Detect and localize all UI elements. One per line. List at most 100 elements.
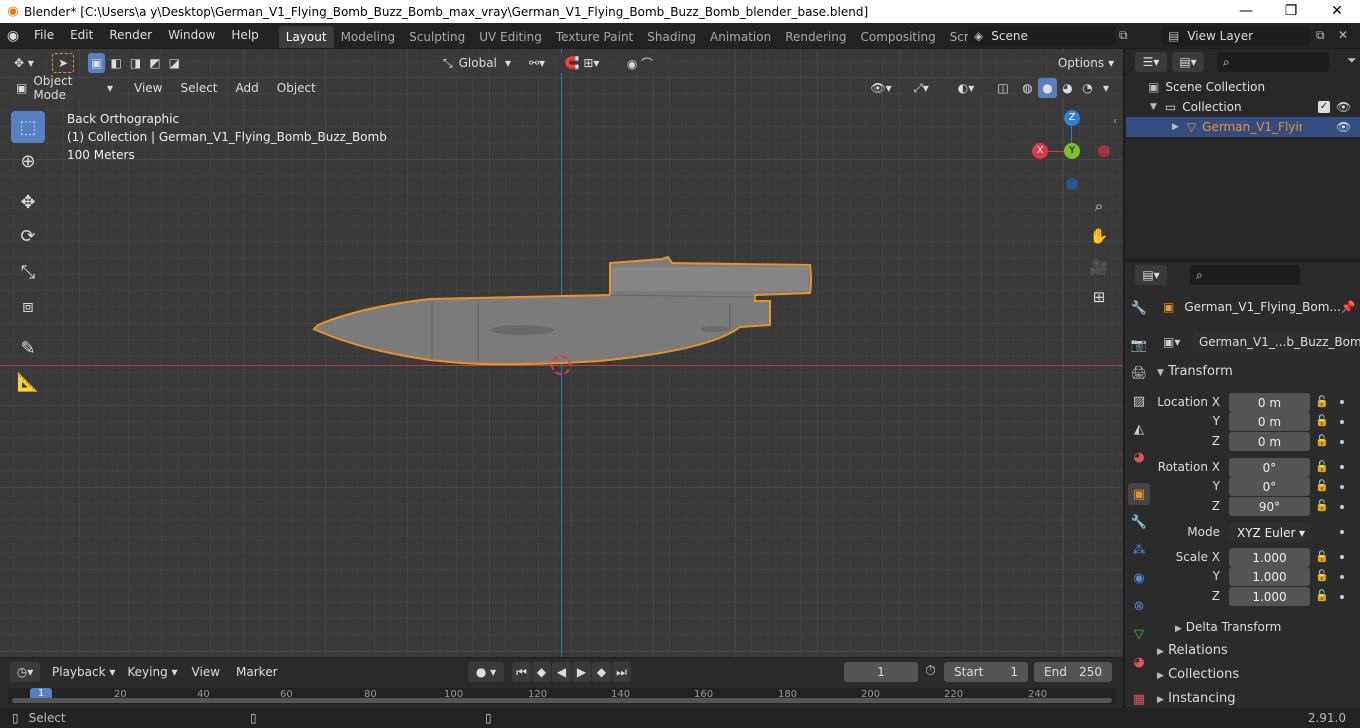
tool-move-icon[interactable]: ✥ [11, 186, 45, 218]
location-y-field[interactable]: 0 m [1229, 412, 1310, 431]
editor-type-button[interactable]: ✥ ▾ [8, 53, 40, 73]
visibility-eye-icon[interactable]: 👁 [1336, 120, 1351, 134]
relations-section-header[interactable]: ▶ Relations [1157, 643, 1352, 658]
lock-icon[interactable]: 🔓 [1315, 589, 1329, 602]
minimize-button[interactable]: — [1223, 0, 1269, 23]
keyframe-dot-icon[interactable] [1340, 595, 1344, 599]
timeline-menu-view[interactable]: View [184, 662, 228, 682]
wireframe-shading-icon[interactable]: ◍ [1018, 78, 1037, 98]
stopwatch-icon[interactable]: ⏱ [925, 663, 936, 679]
tab-shading[interactable]: Shading [640, 26, 703, 48]
view-layer-selector[interactable]: ▤ View Layer [1162, 26, 1310, 46]
xray-toggle-icon[interactable]: ◫ [993, 78, 1013, 98]
view-layer-tab-icon[interactable]: ▨ [1128, 390, 1150, 412]
frame-ruler[interactable]: 1 20 40 60 80 100 120 140 160 180 200 22… [8, 688, 1116, 704]
scale-z-field[interactable]: 1.000 [1229, 587, 1310, 606]
lock-icon[interactable]: 🔓 [1315, 460, 1329, 473]
gizmo-toggle-icon[interactable]: ⤢▾ [902, 78, 940, 98]
select-mode-icon[interactable]: ➤ [52, 53, 74, 73]
transform-section-header[interactable]: ▼ Transform [1157, 364, 1352, 379]
shading-options-icon[interactable]: ▾ [1098, 78, 1114, 98]
prev-keyframe-icon[interactable]: ◆ [532, 662, 551, 682]
outliner-display-mode[interactable]: ▤▾ [1172, 52, 1204, 72]
tool-scale-icon[interactable]: ⤡ [11, 256, 45, 288]
lock-icon[interactable]: 🔓 [1315, 499, 1329, 512]
viewport-menu-view[interactable]: View [126, 78, 170, 98]
tool-transform-icon[interactable]: ⧈ [11, 290, 45, 322]
properties-editor-type[interactable]: ▤▾ [1135, 265, 1167, 285]
rotation-mode-dropdown[interactable]: XYZ Euler ▾ [1229, 523, 1311, 542]
lock-icon[interactable]: 🔓 [1315, 414, 1329, 427]
start-frame-field[interactable]: Start 1 [944, 662, 1028, 682]
select-intersect-icon[interactable]: ◪ [165, 53, 184, 73]
snap-icon[interactable]: 🧲 ⊞▾ [556, 53, 608, 73]
play-icon[interactable]: ▶ [572, 662, 591, 682]
gizmo-x-axis[interactable]: X [1032, 143, 1048, 159]
rotation-x-field[interactable]: 0° [1229, 458, 1310, 477]
tool-settings-tab-icon[interactable]: 🔧 [1128, 297, 1150, 319]
sidebar-toggle-icon[interactable]: ‹ [1113, 116, 1117, 127]
select-subtract-icon[interactable]: ◨ [126, 53, 145, 73]
new-view-layer-icon[interactable]: ⧉ [1316, 28, 1325, 43]
outliner-editor-type[interactable]: ☰▾ [1135, 52, 1167, 72]
overlay-toggle-icon[interactable]: ◐▾ [946, 78, 986, 98]
keyframe-dot-icon[interactable] [1340, 505, 1344, 509]
outliner-row-scene-collection[interactable]: ▣ Scene Collection [1128, 77, 1360, 97]
render-tab-icon[interactable]: 📷 [1128, 334, 1150, 356]
keyframe-dot-icon[interactable] [1340, 465, 1344, 469]
end-frame-field[interactable]: End 250 [1034, 662, 1112, 682]
timeline-scrollbar[interactable] [12, 698, 1112, 703]
lock-icon[interactable]: 🔓 [1315, 569, 1329, 582]
object-mode-dropdown[interactable]: ▣ Object Mode ▾ [10, 74, 117, 102]
maximize-button[interactable]: ❐ [1268, 0, 1314, 23]
mesh-name-field[interactable]: German_V1_...b_Buzz_Bomb [1193, 332, 1360, 352]
tab-rendering[interactable]: Rendering [778, 26, 853, 48]
auto-key-icon[interactable]: ● ▾ [468, 662, 504, 682]
visibility-eye-icon[interactable]: 👁 [1336, 100, 1351, 114]
zoom-icon[interactable]: ⌕ [1085, 192, 1113, 220]
modifier-tab-icon[interactable]: 🔧 [1128, 511, 1150, 533]
keyframe-dot-icon[interactable] [1340, 530, 1344, 534]
object-name-row[interactable]: ▣ German_V1_Flying_Bom... 📌 [1163, 297, 1356, 317]
options-dropdown[interactable]: Options ▾ [1056, 53, 1116, 73]
pin-icon[interactable]: 📌 [1341, 300, 1356, 314]
keyframe-dot-icon[interactable] [1340, 575, 1344, 579]
rotation-z-field[interactable]: 90° [1229, 497, 1310, 516]
lock-icon[interactable]: 🔓 [1315, 550, 1329, 563]
viewport-menu-add[interactable]: Add [228, 78, 267, 98]
solid-shading-icon[interactable]: ● [1038, 78, 1057, 98]
data-tab-icon[interactable]: ▽ [1128, 623, 1150, 645]
next-keyframe-icon[interactable]: ◆ [592, 662, 611, 682]
menu-window[interactable]: Window [160, 23, 223, 48]
close-button[interactable]: ✕ [1314, 0, 1360, 23]
gizmo-z-axis[interactable]: Z [1064, 110, 1080, 126]
pivot-point-icon[interactable]: ⚯▾ [522, 53, 552, 73]
proportional-edit-icon[interactable]: ◉ ⌒ [614, 53, 666, 73]
timeline-menu-playback[interactable]: Playback ▾ [46, 662, 121, 682]
tool-annotate-icon[interactable]: ✎ [11, 332, 45, 364]
world-tab-icon[interactable]: ◕ [1128, 446, 1150, 468]
menu-file[interactable]: File [26, 23, 62, 48]
lock-icon[interactable]: 🔓 [1315, 479, 1329, 492]
collections-section-header[interactable]: ▶ Collections [1157, 667, 1352, 682]
viewport-menu-select[interactable]: Select [172, 78, 225, 98]
3d-cursor-icon[interactable] [551, 355, 571, 375]
gizmo-neg-z-axis[interactable] [1066, 178, 1078, 190]
tool-rotate-icon[interactable]: ⟳ [11, 220, 45, 252]
material-shading-icon[interactable]: ◕ [1058, 78, 1077, 98]
filter-icon[interactable]: ⏷ [1347, 53, 1357, 68]
select-extend-icon[interactable]: ◧ [107, 53, 125, 73]
tab-animation[interactable]: Animation [703, 26, 778, 48]
timeline-editor-type[interactable]: ◷▾ [10, 662, 40, 682]
delta-transform-section[interactable]: ▶ Delta Transform [1175, 620, 1360, 634]
menu-help[interactable]: Help [223, 23, 266, 48]
keyframe-dot-icon[interactable] [1340, 555, 1344, 559]
outliner-search-input[interactable]: ⌕ [1217, 52, 1329, 72]
keyframe-dot-icon[interactable] [1340, 440, 1344, 444]
outliner-row-collection[interactable]: ▼ ▭ Collection ✓ 👁 [1128, 97, 1360, 117]
location-z-field[interactable]: 0 m [1229, 432, 1310, 451]
scene-tab-icon[interactable]: ◭ [1128, 418, 1150, 440]
scene-selector[interactable]: ◈ Scene [968, 26, 1115, 46]
output-tab-icon[interactable]: 🖨 [1128, 362, 1150, 384]
play-reverse-icon[interactable]: ◀ [552, 662, 571, 682]
